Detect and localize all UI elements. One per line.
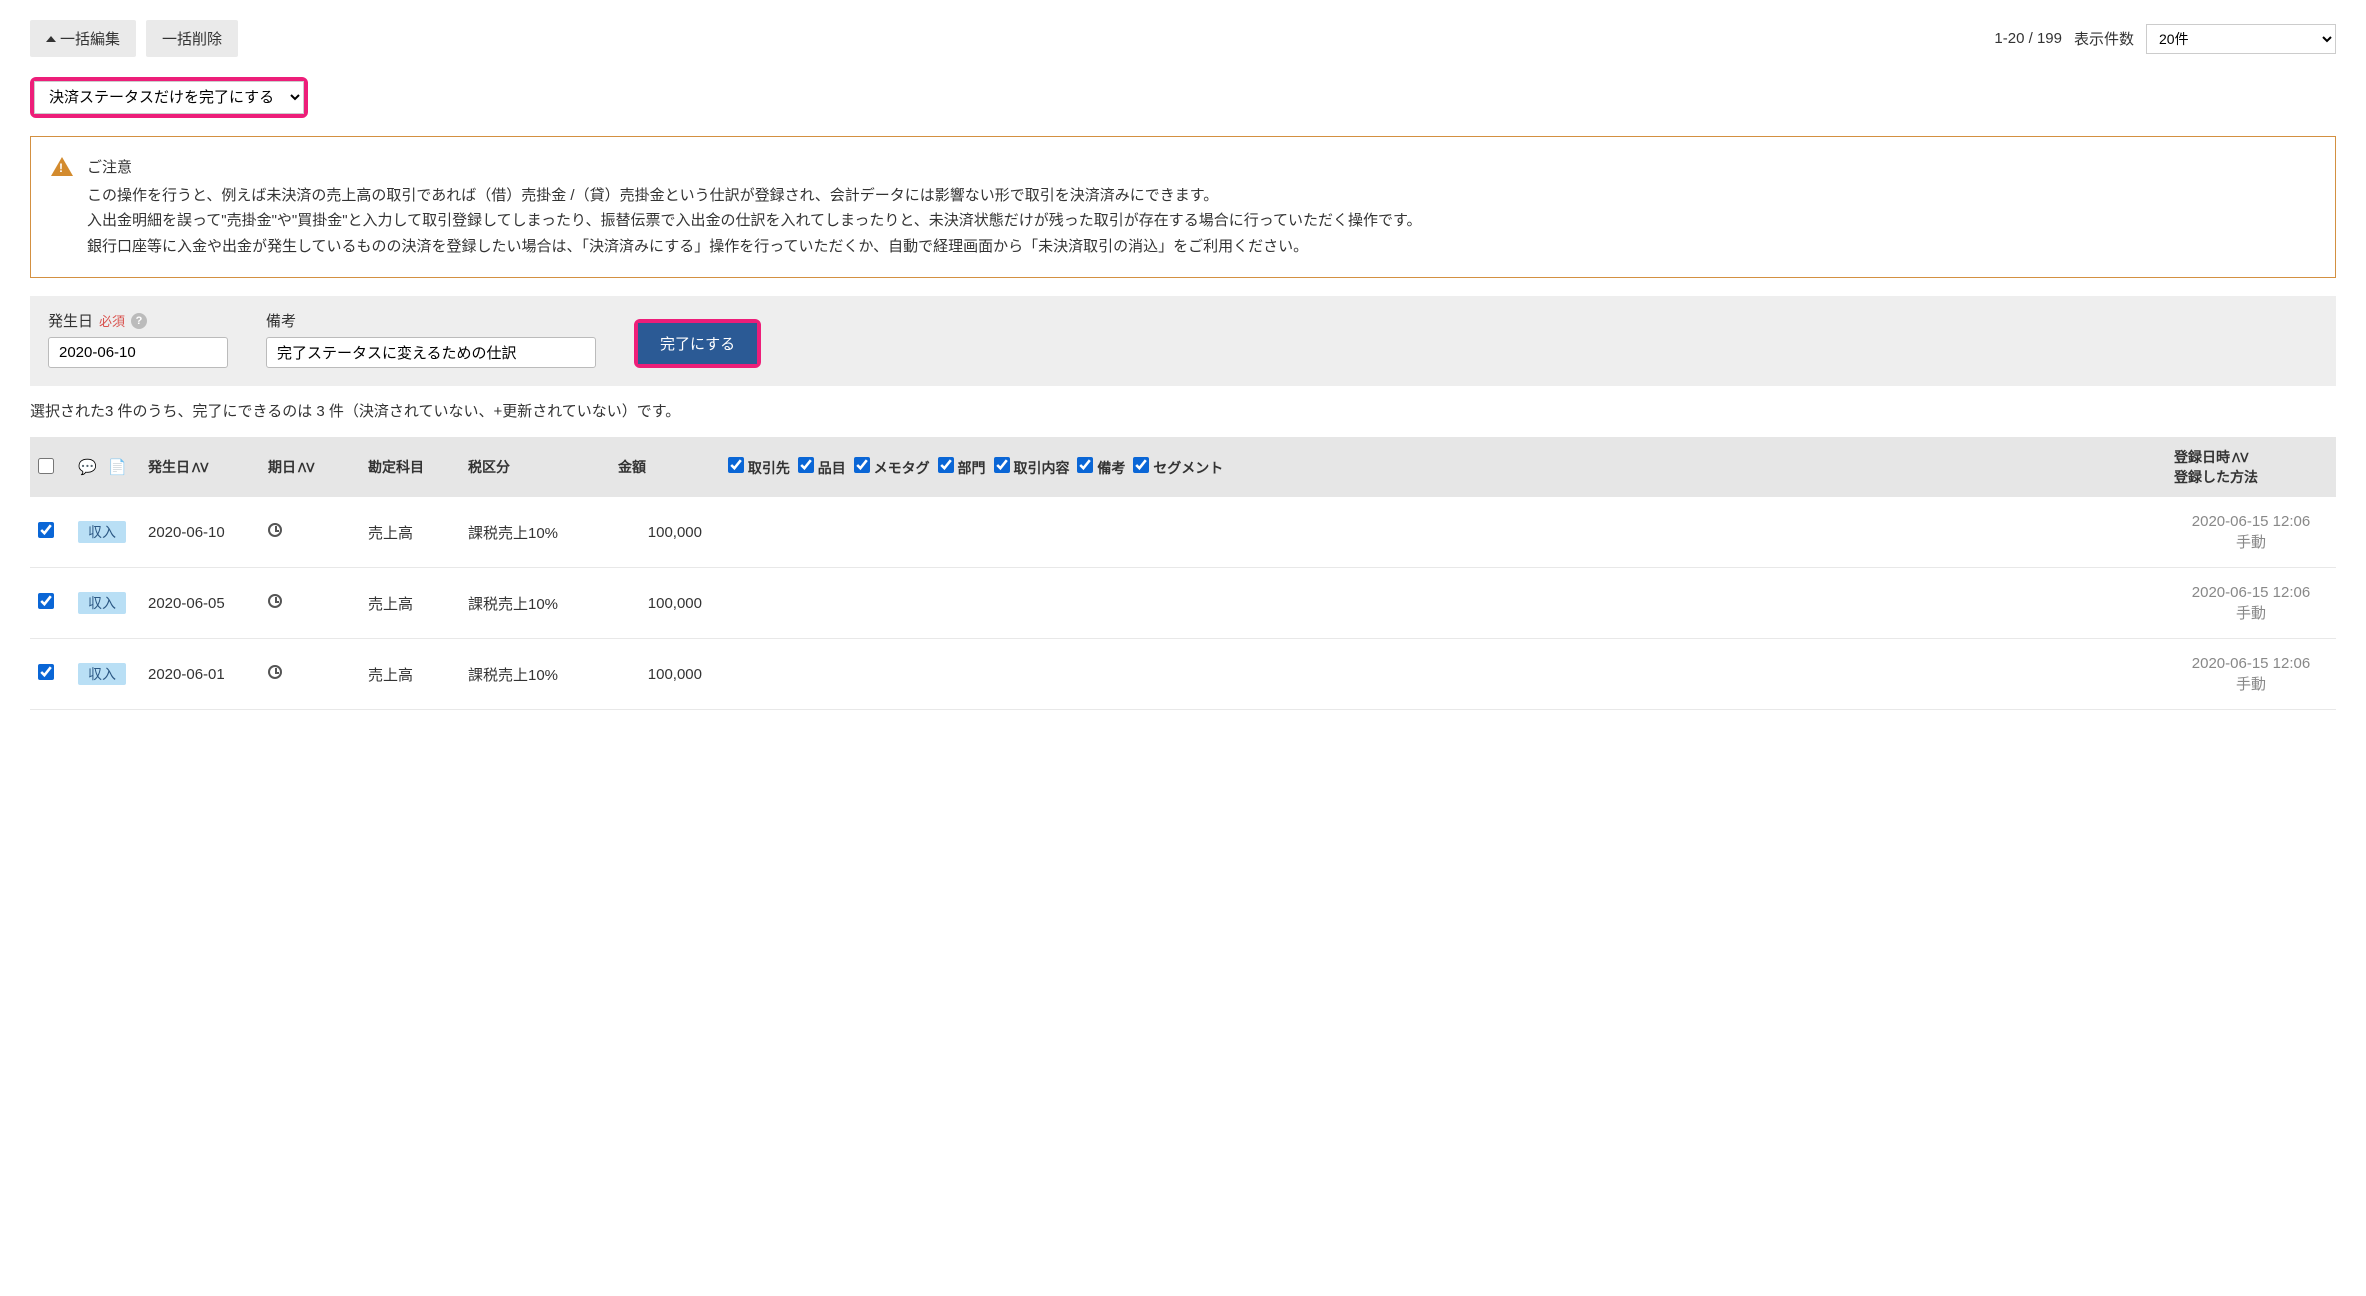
tag-checkbox[interactable] <box>938 457 954 473</box>
cell-tags <box>720 497 2166 568</box>
tag-checkbox-label[interactable]: 品目 <box>798 460 846 476</box>
warning-box: ご注意 この操作を行うと、例えば未決済の売上高の取引であれば（借）売掛金 /（貸… <box>30 136 2336 278</box>
col-amount[interactable]: 金額 <box>610 437 720 497</box>
tag-checkbox[interactable] <box>994 457 1010 473</box>
remark-field: 備考 <box>266 310 596 368</box>
bulk-edit-label: 一括編集 <box>60 28 120 49</box>
col-reg: 登録日時ᐱᐯ 登録した方法 <box>2166 437 2336 497</box>
table-row[interactable]: 収入 2020-06-05 売上高課税売上10%100,000 2020-06-15 … <box>30 568 2336 639</box>
cell-account: 売上高 <box>360 497 460 568</box>
warning-p2: 入出金明細を誤って"売掛金"や"買掛金"と入力して取引登録してしまったり、振替伝… <box>87 208 2315 234</box>
cell-account: 売上高 <box>360 568 460 639</box>
action-select-highlight: 決済ステータスだけを完了にする <box>30 77 308 118</box>
help-icon[interactable]: ? <box>131 313 147 329</box>
cell-tax: 課税売上10% <box>460 639 610 710</box>
col-tax[interactable]: 税区分 <box>460 437 610 497</box>
warning-title: ご注意 <box>87 155 2315 181</box>
cell-amount: 100,000 <box>610 568 720 639</box>
col-account[interactable]: 勘定科目 <box>360 437 460 497</box>
submit-highlight: 完了にする <box>634 319 761 368</box>
cell-date: 2020-06-01 <box>140 639 260 710</box>
cell-amount: 100,000 <box>610 639 720 710</box>
cell-tags <box>720 639 2166 710</box>
table-row[interactable]: 収入 2020-06-10 売上高課税売上10%100,000 2020-06-15 … <box>30 497 2336 568</box>
sort-icon: ᐱᐯ <box>298 461 314 475</box>
table-body: 収入 2020-06-10 売上高課税売上10%100,000 2020-06-15 … <box>30 497 2336 710</box>
cell-amount: 100,000 <box>610 497 720 568</box>
cell-date: 2020-06-05 <box>140 568 260 639</box>
table-row[interactable]: 収入 2020-06-01 売上高課税売上10%100,000 2020-06-15 … <box>30 639 2336 710</box>
col-date[interactable]: 発生日 <box>148 459 190 475</box>
clock-icon <box>268 594 282 608</box>
type-badge: 収入 <box>78 663 126 685</box>
col-due-date[interactable]: 期日 <box>268 459 296 475</box>
remark-label: 備考 <box>266 310 596 331</box>
tag-checkbox[interactable] <box>854 457 870 473</box>
form-row: 発生日 必須 ? 備考 完了にする <box>30 296 2336 386</box>
chevron-up-icon <box>46 36 56 42</box>
cell-account: 売上高 <box>360 639 460 710</box>
cell-tags <box>720 568 2166 639</box>
pagination: 1-20 / 199 表示件数 20件 <box>1994 24 2336 54</box>
bulk-delete-label: 一括削除 <box>162 28 222 49</box>
cell-tax: 課税売上10% <box>460 497 610 568</box>
tag-checkbox[interactable] <box>728 457 744 473</box>
cell-due-date <box>260 639 360 710</box>
row-checkbox[interactable] <box>38 593 54 609</box>
selection-note: 選択された3 件のうち、完了にできるのは 3 件（決済されていない、+更新されて… <box>30 400 2336 421</box>
tag-checkbox[interactable] <box>798 457 814 473</box>
transactions-table: 💬 📄 発生日ᐱᐯ 期日ᐱᐯ 勘定科目 税区分 金額 取引先 品目 メモタグ 部… <box>30 437 2336 710</box>
row-checkbox[interactable] <box>38 664 54 680</box>
page-range: 1-20 / 199 <box>1994 30 2062 47</box>
clock-icon <box>268 523 282 537</box>
bulk-edit-button[interactable]: 一括編集 <box>30 20 136 57</box>
warning-icon <box>51 157 73 176</box>
required-label: 必須 <box>99 311 125 330</box>
cell-due-date <box>260 568 360 639</box>
date-field: 発生日 必須 ? <box>48 310 228 368</box>
per-page-label: 表示件数 <box>2074 28 2134 49</box>
table-header-row: 💬 📄 発生日ᐱᐯ 期日ᐱᐯ 勘定科目 税区分 金額 取引先 品目 メモタグ 部… <box>30 437 2336 497</box>
cell-reg: 2020-06-15 12:06手動 <box>2166 639 2336 710</box>
submit-label: 完了にする <box>660 336 735 353</box>
document-icon: 📄 <box>108 459 127 476</box>
tag-checkbox-label[interactable]: 部門 <box>938 460 986 476</box>
tag-checkbox-label[interactable]: メモタグ <box>854 460 930 476</box>
tag-checkbox-label[interactable]: 取引先 <box>728 460 790 476</box>
warning-p3: 銀行口座等に入金や出金が発生しているものの決済を登録したい場合は、「決済済みにす… <box>87 234 2315 260</box>
per-page-select[interactable]: 20件 <box>2146 24 2336 54</box>
tag-checkbox[interactable] <box>1077 457 1093 473</box>
tag-checkbox-label[interactable]: 取引内容 <box>994 460 1070 476</box>
top-toolbar: 一括編集 一括削除 1-20 / 199 表示件数 20件 <box>30 20 2336 57</box>
bulk-buttons: 一括編集 一括削除 <box>30 20 238 57</box>
row-checkbox[interactable] <box>38 522 54 538</box>
sort-icon: ᐱᐯ <box>2232 451 2248 465</box>
cell-due-date <box>260 497 360 568</box>
tag-checkbox-label[interactable]: セグメント <box>1133 460 1223 476</box>
type-badge: 収入 <box>78 521 126 543</box>
date-label-row: 発生日 必須 ? <box>48 310 228 331</box>
bulk-delete-button[interactable]: 一括削除 <box>146 20 238 57</box>
warning-body: ご注意 この操作を行うと、例えば未決済の売上高の取引であれば（借）売掛金 /（貸… <box>87 155 2315 259</box>
sort-icon: ᐱᐯ <box>192 461 208 475</box>
cell-reg: 2020-06-15 12:06手動 <box>2166 497 2336 568</box>
date-input[interactable] <box>48 337 228 368</box>
comment-icon: 💬 <box>78 459 97 476</box>
cell-date: 2020-06-10 <box>140 497 260 568</box>
action-select[interactable]: 決済ステータスだけを完了にする <box>34 81 304 114</box>
warning-p1: この操作を行うと、例えば未決済の売上高の取引であれば（借）売掛金 /（貸）売掛金… <box>87 183 2315 209</box>
col-reg-method[interactable]: 登録した方法 <box>2174 469 2258 485</box>
col-tags: 取引先 品目 メモタグ 部門 取引内容 備考 セグメント <box>720 437 2166 497</box>
clock-icon <box>268 665 282 679</box>
remark-input[interactable] <box>266 337 596 368</box>
col-reg-date[interactable]: 登録日時 <box>2174 449 2230 465</box>
tag-checkbox-label[interactable]: 備考 <box>1077 460 1125 476</box>
type-badge: 収入 <box>78 592 126 614</box>
date-label: 発生日 <box>48 310 93 331</box>
cell-tax: 課税売上10% <box>460 568 610 639</box>
cell-reg: 2020-06-15 12:06手動 <box>2166 568 2336 639</box>
tag-checkbox[interactable] <box>1133 457 1149 473</box>
select-all-checkbox[interactable] <box>38 458 54 474</box>
submit-button[interactable]: 完了にする <box>638 323 757 364</box>
